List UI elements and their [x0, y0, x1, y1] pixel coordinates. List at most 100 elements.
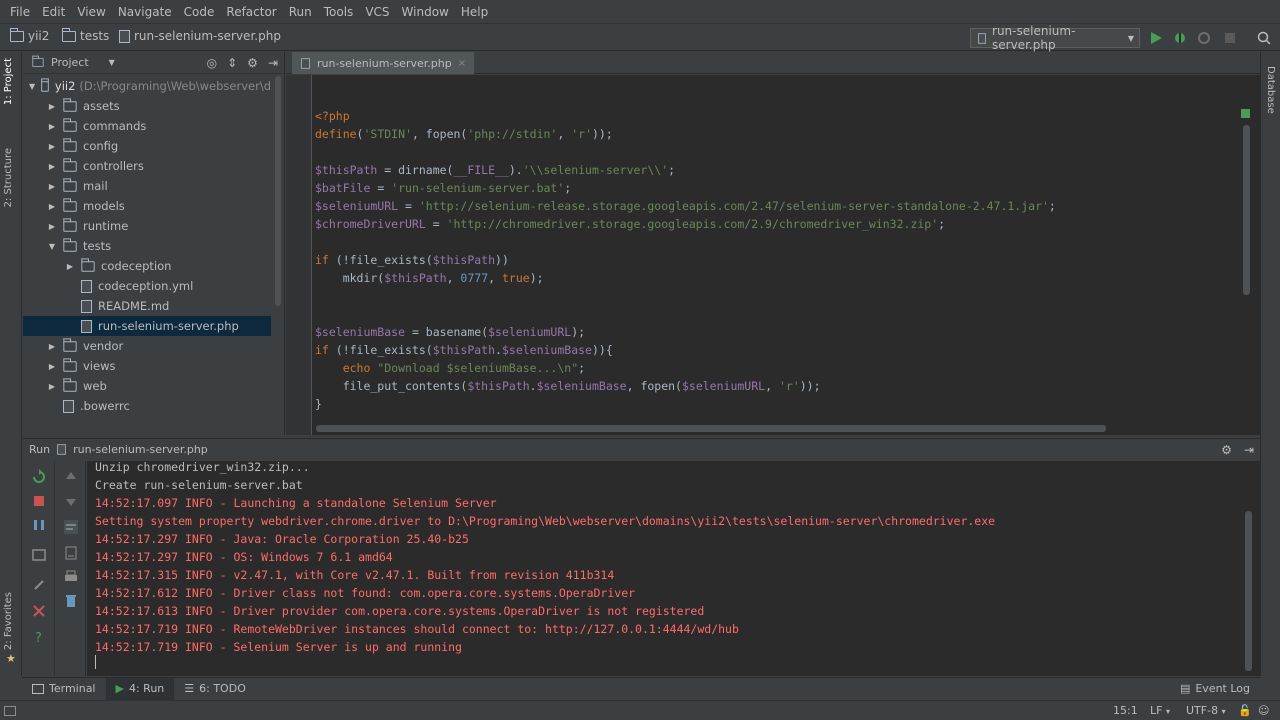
star-icon: ★ [6, 652, 16, 665]
menu-refactor[interactable]: Refactor [220, 0, 282, 24]
file-icon [81, 279, 92, 293]
breadcrumb-root[interactable]: yii2 [10, 27, 49, 43]
soft-wrap-icon[interactable] [63, 519, 79, 535]
tree-item[interactable]: ▶ web [23, 376, 271, 396]
tree-item[interactable]: run-selenium-server.php [23, 316, 271, 336]
gear-icon[interactable]: ⚙ [247, 56, 258, 70]
menu-tools[interactable]: Tools [318, 0, 360, 24]
tab-structure[interactable]: 2: Structure [3, 148, 14, 207]
menu-vcs[interactable]: VCS [359, 0, 395, 24]
code-editor[interactable]: <?php define('STDIN', fopen('php://stdin'… [286, 75, 1260, 435]
arrow-down-icon[interactable] [63, 493, 79, 509]
run-panel-tab[interactable]: run-selenium-server.php [73, 443, 208, 456]
inspector-icon[interactable]: ☺ [1258, 704, 1269, 717]
folder-icon [63, 97, 77, 112]
hide-icon[interactable]: ⇥ [1244, 443, 1254, 457]
tree-item[interactable]: ▶ assets [23, 96, 271, 116]
tree-item[interactable]: ▶ views [23, 356, 271, 376]
clear-all-icon[interactable] [63, 593, 79, 609]
tab-todo[interactable]: ☰ 6: TODO [174, 678, 256, 700]
tree-item[interactable]: ▶ vendor [23, 336, 271, 356]
code-line: echo "Download $seleniumBase...\n"; [342, 361, 586, 375]
pause-icon[interactable] [31, 517, 47, 533]
collapse-all-icon[interactable]: ⇕ [227, 56, 237, 70]
scroll-from-source-icon[interactable]: ◎ [207, 56, 217, 70]
close-icon[interactable] [31, 603, 47, 619]
tab-run-selenium-server[interactable]: run-selenium-server.php × [292, 52, 475, 74]
scroll-to-end-icon[interactable] [63, 545, 79, 561]
tree-root[interactable]: ▼ yii2 (D:\Programing\Web\webserver\d [23, 76, 271, 96]
console-output[interactable]: Unzip chromedriver_win32.zip... Create ru… [87, 461, 1260, 676]
search-everywhere-icon[interactable] [1256, 30, 1272, 46]
tab-project[interactable]: 1: Project [3, 58, 14, 105]
menu-file[interactable]: File [4, 0, 36, 24]
menu-edit[interactable]: Edit [36, 0, 71, 24]
chevron-right-icon[interactable]: ▶ [47, 141, 57, 151]
chevron-right-icon[interactable]: ▶ [47, 121, 57, 131]
tree-item[interactable]: ▶ codeception [23, 256, 271, 276]
tree-item[interactable]: ▶ runtime [23, 216, 271, 236]
dump-threads-icon[interactable] [31, 547, 47, 563]
run-config-select[interactable]: run-selenium-server.php ▼ [970, 24, 1140, 52]
tab-event-log[interactable]: ▤ Event Log [1170, 678, 1260, 700]
hide-icon[interactable]: ⇥ [268, 56, 278, 70]
chevron-right-icon[interactable]: ▶ [47, 201, 57, 211]
tree-item[interactable]: ▶ commands [23, 116, 271, 136]
tab-favorites[interactable]: 2: Favorites [3, 592, 14, 650]
editor-horizontal-scrollbar[interactable] [316, 425, 1106, 432]
todo-icon: ☰ [184, 682, 195, 695]
menu-code[interactable]: Code [178, 0, 221, 24]
tree-item[interactable]: .bowerrc [23, 396, 271, 416]
tab-run[interactable]: ▶ 4: Run [105, 677, 175, 700]
breadcrumb-file[interactable]: run-selenium-server.php [119, 29, 281, 43]
tree-scrollbar[interactable] [275, 76, 281, 306]
rerun-icon[interactable] [31, 469, 47, 485]
coverage-icon[interactable] [1196, 30, 1212, 46]
tool-windows-icon[interactable] [4, 705, 16, 716]
caret-position[interactable]: 15:1 [1113, 704, 1138, 717]
editor-vertical-scrollbar[interactable] [1243, 125, 1250, 295]
chevron-right-icon[interactable]: ▶ [47, 341, 57, 351]
menu-window[interactable]: Window [396, 0, 455, 24]
tree-item-label: runtime [83, 219, 129, 233]
chevron-right-icon[interactable]: ▶ [47, 381, 57, 391]
chevron-right-icon[interactable]: ▶ [47, 101, 57, 111]
tree-item[interactable]: README.md [23, 296, 271, 316]
close-icon[interactable]: × [458, 58, 466, 69]
debug-icon[interactable] [1172, 30, 1188, 46]
file-encoding[interactable]: UTF-8 ▾ [1186, 704, 1226, 717]
lock-icon[interactable]: 🔓 [1238, 704, 1252, 717]
chevron-right-icon[interactable]: ▶ [47, 361, 57, 371]
tree-item[interactable]: ▶ config [23, 136, 271, 156]
pin-icon[interactable] [31, 577, 47, 593]
chevron-down-icon[interactable]: ▼ [47, 241, 57, 251]
chevron-right-icon[interactable]: ▶ [47, 221, 57, 231]
chevron-right-icon[interactable]: ▶ [47, 161, 57, 171]
help-icon[interactable]: ? [31, 629, 47, 645]
tree-item[interactable]: ▼ tests [23, 236, 271, 256]
tree-item[interactable]: codeception.yml [23, 276, 271, 296]
tree-item[interactable]: ▶ models [23, 196, 271, 216]
menu-view[interactable]: View [71, 0, 111, 24]
stop-icon[interactable] [1222, 30, 1238, 46]
chevron-down-icon[interactable]: ▼ [109, 58, 115, 67]
print-icon[interactable] [63, 569, 79, 585]
tab-database[interactable]: Database [1265, 66, 1276, 114]
gear-icon[interactable]: ⚙ [1221, 443, 1232, 457]
line-separator[interactable]: LF ▾ [1150, 704, 1170, 717]
tree-item[interactable]: ▶ mail [23, 176, 271, 196]
tree-item[interactable]: ▶ controllers [23, 156, 271, 176]
menu-help[interactable]: Help [455, 0, 494, 24]
menu-run[interactable]: Run [283, 0, 318, 24]
tab-terminal[interactable]: Terminal [22, 678, 106, 700]
chevron-right-icon[interactable]: ▶ [65, 261, 75, 271]
chevron-right-icon[interactable]: ▶ [47, 181, 57, 191]
breadcrumb-folder[interactable]: tests [62, 27, 109, 43]
arrow-up-icon[interactable] [63, 469, 79, 485]
stop-icon[interactable] [31, 493, 47, 509]
run-icon[interactable] [1148, 30, 1164, 46]
folder-icon [63, 177, 77, 192]
console-scrollbar[interactable] [1245, 511, 1252, 671]
menu-navigate[interactable]: Navigate [112, 0, 178, 24]
code-line: define('STDIN', fopen('php://stdin', 'r'… [315, 127, 613, 141]
